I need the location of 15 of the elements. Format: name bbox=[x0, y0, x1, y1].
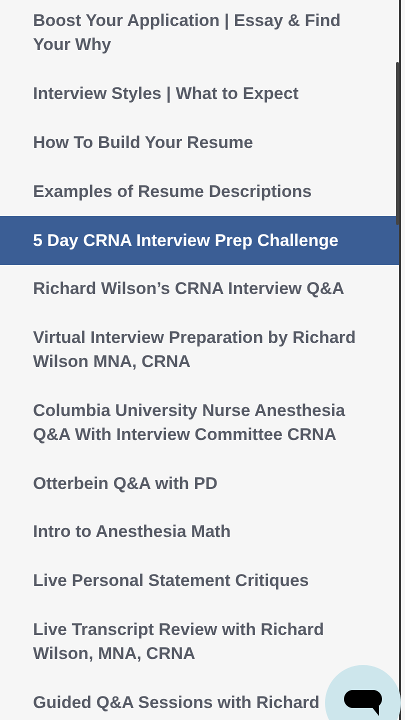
lesson-link[interactable]: Otterbein Q&A with PD bbox=[33, 459, 218, 508]
lesson-link[interactable]: 5 Day CRNA Interview Prep Challenge bbox=[33, 216, 338, 265]
lesson-link[interactable]: Live Personal Statement Critiques bbox=[33, 556, 309, 606]
lesson-link[interactable]: Guided Q&A Sessions with Richard bbox=[33, 678, 320, 720]
lesson-link[interactable]: Richard Wilson’s CRNA Interview Q&A bbox=[33, 264, 344, 314]
lesson-link[interactable]: Virtual Interview Preparation by Richard Wilson MNA, CRNA bbox=[33, 314, 372, 386]
lesson-link[interactable]: Examples of Resume Descriptions bbox=[33, 167, 312, 216]
lesson-link[interactable]: Interview Styles | What to Expect bbox=[33, 70, 298, 119]
scrollbar[interactable] bbox=[396, 62, 399, 225]
lesson-link[interactable]: Intro to Anesthesia Math bbox=[33, 508, 231, 557]
lesson-link[interactable]: How To Build Your Resume bbox=[33, 118, 254, 168]
chat-button[interactable] bbox=[325, 665, 401, 720]
lesson-link[interactable]: Boost Your Application | Essay & Find Your Why bbox=[33, 0, 372, 70]
lesson-link[interactable]: Columbia University Nurse Anesthesia Q&A With Interview Committee CRNA bbox=[33, 386, 372, 460]
lesson-link[interactable]: Live Transcript Review with Richard Wilson, MNA, CRNA bbox=[33, 606, 372, 678]
